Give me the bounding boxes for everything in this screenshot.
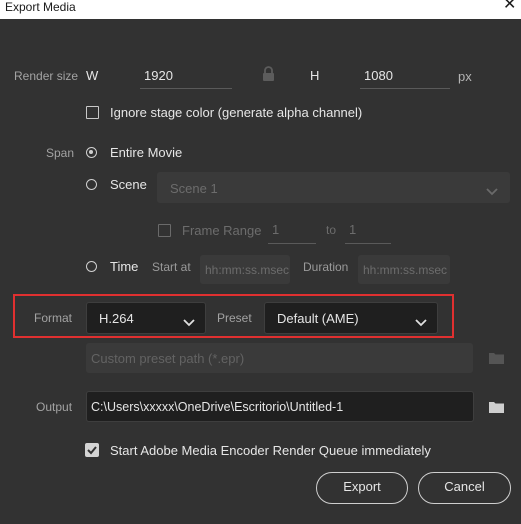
frame-range-to-input[interactable]: 1	[345, 222, 391, 244]
checkmark-icon	[87, 446, 97, 455]
px-unit-label: px	[458, 69, 472, 84]
scene-dropdown[interactable]: Scene 1	[157, 172, 510, 203]
window-title: Export Media	[5, 0, 76, 14]
format-dropdown[interactable]: H.264	[86, 302, 206, 334]
scene-radio[interactable]	[86, 179, 97, 190]
width-label: W	[86, 68, 99, 83]
start-ame-checkbox[interactable]	[85, 443, 99, 457]
preset-dropdown[interactable]: Default (AME)	[264, 302, 438, 334]
time-radio[interactable]	[86, 261, 97, 272]
span-label: Span	[46, 146, 75, 160]
scene-dropdown-value: Scene 1	[170, 181, 218, 196]
height-input[interactable]: 1080	[360, 68, 450, 89]
frame-range-checkbox[interactable]	[158, 224, 171, 237]
frame-range-from-input[interactable]: 1	[268, 222, 316, 244]
height-label: H	[310, 68, 320, 83]
folder-icon[interactable]	[489, 351, 504, 369]
duration-placeholder: hh:mm:ss.msec	[363, 263, 448, 277]
chevron-down-icon	[183, 314, 195, 332]
entire-movie-radio[interactable]	[86, 147, 97, 158]
output-path-value: C:\Users\xxxxx\OneDrive\Escritorio\Untit…	[91, 400, 344, 414]
start-ame-label: Start Adobe Media Encoder Render Queue i…	[110, 443, 431, 458]
chevron-down-icon	[415, 314, 427, 332]
preset-dropdown-value: Default (AME)	[277, 311, 359, 326]
frame-range-to-label: to	[326, 223, 337, 237]
lock-icon[interactable]	[262, 66, 275, 82]
format-dropdown-value: H.264	[99, 311, 134, 326]
start-at-placeholder: hh:mm:ss.msec	[205, 263, 290, 277]
output-label: Output	[36, 400, 73, 414]
start-at-input[interactable]: hh:mm:ss.msec	[200, 255, 290, 284]
scene-label: Scene	[110, 177, 147, 192]
duration-input[interactable]: hh:mm:ss.msec	[358, 255, 450, 284]
custom-preset-placeholder: Custom preset path (*.epr)	[91, 351, 245, 366]
chevron-down-icon	[486, 183, 498, 201]
start-at-label: Start at	[152, 260, 191, 274]
export-button[interactable]: Export	[316, 472, 408, 504]
ignore-stage-checkbox[interactable]	[86, 106, 99, 119]
width-input[interactable]: 1920	[140, 68, 232, 89]
entire-movie-label: Entire Movie	[110, 145, 183, 160]
folder-icon[interactable]	[489, 400, 504, 418]
duration-label: Duration	[303, 260, 349, 274]
title-bar	[0, 0, 521, 19]
time-label: Time	[110, 259, 139, 274]
render-size-label: Render size	[14, 69, 79, 83]
format-label: Format	[34, 311, 73, 325]
custom-preset-input[interactable]: Custom preset path (*.epr)	[86, 343, 473, 373]
output-path-input[interactable]: C:\Users\xxxxx\OneDrive\Escritorio\Untit…	[86, 391, 474, 422]
close-icon[interactable]: ✕	[503, 0, 516, 13]
ignore-stage-label: Ignore stage color (generate alpha chann…	[110, 105, 363, 120]
cancel-button[interactable]: Cancel	[418, 472, 511, 504]
preset-label: Preset	[217, 311, 252, 325]
frame-range-label: Frame Range	[182, 223, 262, 238]
